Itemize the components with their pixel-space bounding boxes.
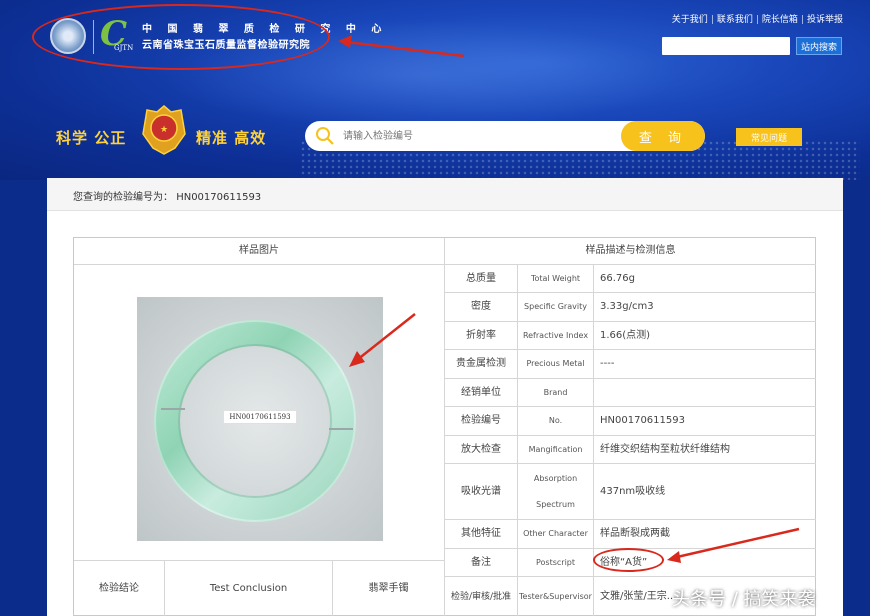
annotation-circle-postscript	[593, 548, 664, 572]
row-en-total-weight: Total Weight	[518, 265, 594, 293]
row-en-density: Specific Gravity	[518, 293, 594, 322]
annotation-arrow-postscript	[667, 527, 800, 563]
row-en-tester: Tester&Supervisor	[518, 577, 594, 616]
row-en-absorption: Absorption Spectrum	[518, 464, 594, 520]
row-cn-total-weight: 总质量	[445, 265, 518, 293]
row-value-magnification: 纤维交织结构至粒状纤维结构	[594, 436, 816, 464]
svg-text:★: ★	[160, 125, 168, 135]
top-link-complaints[interactable]: 投诉举报	[807, 15, 843, 25]
site-search-button[interactable]: 站内搜索	[796, 37, 842, 55]
report-number-input[interactable]	[343, 128, 613, 144]
query-info-bar: 您查询的检验编号为： HN00170611593	[47, 178, 843, 211]
row-cn-density: 密度	[445, 293, 518, 322]
faq-button[interactable]: 常见问题	[736, 128, 802, 146]
conclusion-en: Test Conclusion	[165, 561, 333, 616]
top-link-contact[interactable]: 联系我们	[717, 15, 753, 25]
watermark-text: 头条号 / 搞笑来袭	[672, 589, 816, 610]
row-cn-other: 其他特征	[445, 520, 518, 549]
row-cn-tester: 检验/审核/批准	[445, 577, 518, 616]
conclusion-cn: 检验结论	[74, 561, 165, 616]
row-cn-precious-metal: 贵金属检测	[445, 350, 518, 379]
table-header-sample-image: 样品图片	[74, 238, 445, 265]
sample-tag: HN00170611593	[223, 410, 297, 424]
row-en-precious-metal: Precious Metal	[518, 350, 594, 379]
top-links: 关于我们 | 联系我们 | 院长信箱 | 投诉举报	[671, 15, 843, 25]
site-header: C GJTN 中 国 翡 翠 质 检 研 究 中 心 云南省珠宝玉石质量监督检验…	[0, 0, 870, 180]
row-value-precious-metal: ----	[594, 350, 816, 379]
row-cn-absorption: 吸收光谱	[445, 464, 518, 520]
row-cn-refractive-index: 折射率	[445, 322, 518, 350]
row-en-refractive-index: Refractive Index	[518, 322, 594, 350]
row-value-absorption: 437nm吸收线	[594, 464, 816, 520]
row-en-brand: Brand	[518, 379, 594, 407]
row-cn-brand: 经销单位	[445, 379, 518, 407]
table-header-description: 样品描述与检测信息	[445, 238, 816, 265]
query-button[interactable]: 查 询	[621, 121, 705, 151]
row-value-refractive-index: 1.66(点测)	[594, 322, 816, 350]
row-value-total-weight: 66.76g	[594, 265, 816, 293]
conclusion-value: 翡翠手镯	[333, 561, 445, 616]
slogan-left: 科学 公正	[56, 129, 127, 147]
top-link-director-mailbox[interactable]: 院长信箱	[762, 15, 798, 25]
row-value-number: HN00170611593	[594, 407, 816, 436]
query-label: 您查询的检验编号为：	[73, 192, 173, 203]
row-cn-magnification: 放大检查	[445, 436, 518, 464]
report-search-bar: 查 询	[305, 121, 705, 151]
row-value-density: 3.33g/cm3	[594, 293, 816, 322]
slogan-right: 精准 高效	[196, 129, 267, 147]
row-value-brand	[594, 379, 816, 407]
row-cn-number: 检验编号	[445, 407, 518, 436]
row-en-postscript: Postscript	[518, 549, 594, 577]
police-badge-icon: ★	[142, 105, 186, 155]
row-en-magnification: Mangification	[518, 436, 594, 464]
annotation-arrow-bangle	[349, 313, 416, 367]
top-link-about[interactable]: 关于我们	[672, 15, 708, 25]
search-icon	[316, 127, 334, 145]
query-number: HN00170611593	[176, 192, 262, 203]
row-en-other: Other Character	[518, 520, 594, 549]
row-cn-postscript: 备注	[445, 549, 518, 577]
site-search-input[interactable]	[662, 37, 790, 55]
annotation-arrow-logo	[338, 35, 465, 58]
row-en-number: No.	[518, 407, 594, 436]
annotation-oval-logo	[32, 4, 330, 70]
